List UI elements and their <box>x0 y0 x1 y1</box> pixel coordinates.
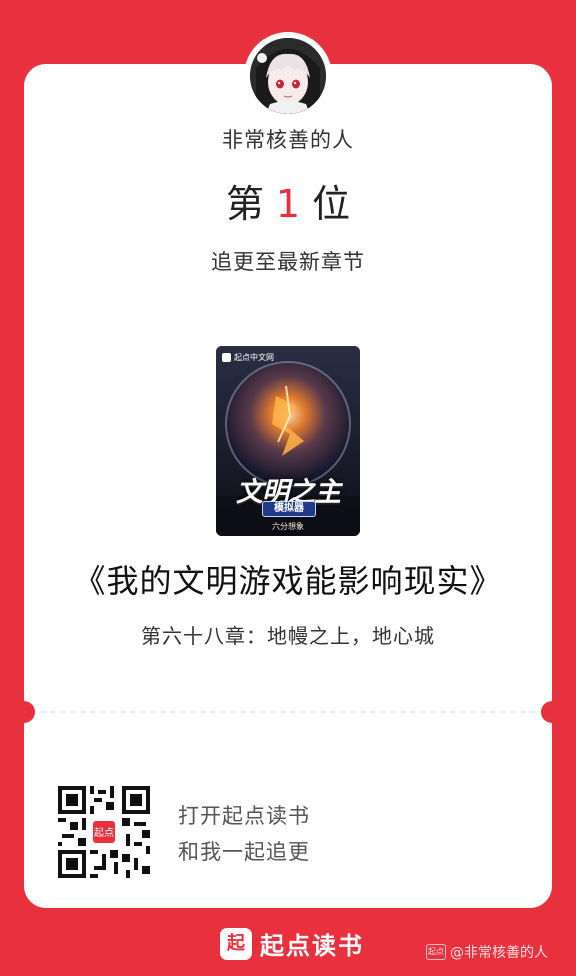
book-title[interactable]: 《我的文明游戏能影响现实》 <box>0 556 576 602</box>
ticket-notch-left <box>13 701 35 723</box>
rank-suffix: 位 <box>312 182 351 226</box>
username: 非常核善的人 <box>222 128 354 152</box>
watermark-app-icon: 起点 <box>426 944 446 960</box>
cover-publisher-label: 起点中文网 <box>234 353 274 362</box>
watermark: 起点 @非常核善的人 <box>426 942 548 962</box>
publisher-logo-icon <box>222 353 231 362</box>
brand-logo: 起 起点读书 <box>220 926 364 961</box>
cta-open-app: 打开起点读书 <box>178 804 310 828</box>
ticket-notch-right <box>541 701 563 723</box>
avatar[interactable] <box>244 32 332 120</box>
rank-number: 1 <box>275 182 301 226</box>
cta-follow-together: 和我一起追更 <box>178 840 310 864</box>
share-poster: 非常核善的人 第1位 追更至最新章节 起点中文网 文明之主 模拟器 六分想象 《… <box>0 0 576 976</box>
watermark-text: @非常核善的人 <box>450 945 548 961</box>
qr-brand-badge: 起点 <box>91 819 117 845</box>
cover-subtitle: 模拟器 <box>262 501 316 517</box>
rank-prefix: 第 <box>225 182 264 226</box>
chapter-title[interactable]: 第六十八章：地幔之上，地心城 <box>0 620 576 649</box>
cover-publisher: 起点中文网 <box>222 352 274 363</box>
book-cover[interactable]: 起点中文网 文明之主 模拟器 六分想象 <box>216 346 360 536</box>
cover-author: 六分想象 <box>272 522 304 531</box>
brand-name: 起点读书 <box>260 932 364 960</box>
qr-code[interactable]: 起点 <box>58 786 150 878</box>
dashed-divider <box>40 711 536 713</box>
rank-heading: 第1位 <box>0 178 576 230</box>
rank-description: 追更至最新章节 <box>211 250 365 274</box>
brand-logo-icon: 起 <box>220 927 252 960</box>
avatar-image <box>250 38 326 114</box>
